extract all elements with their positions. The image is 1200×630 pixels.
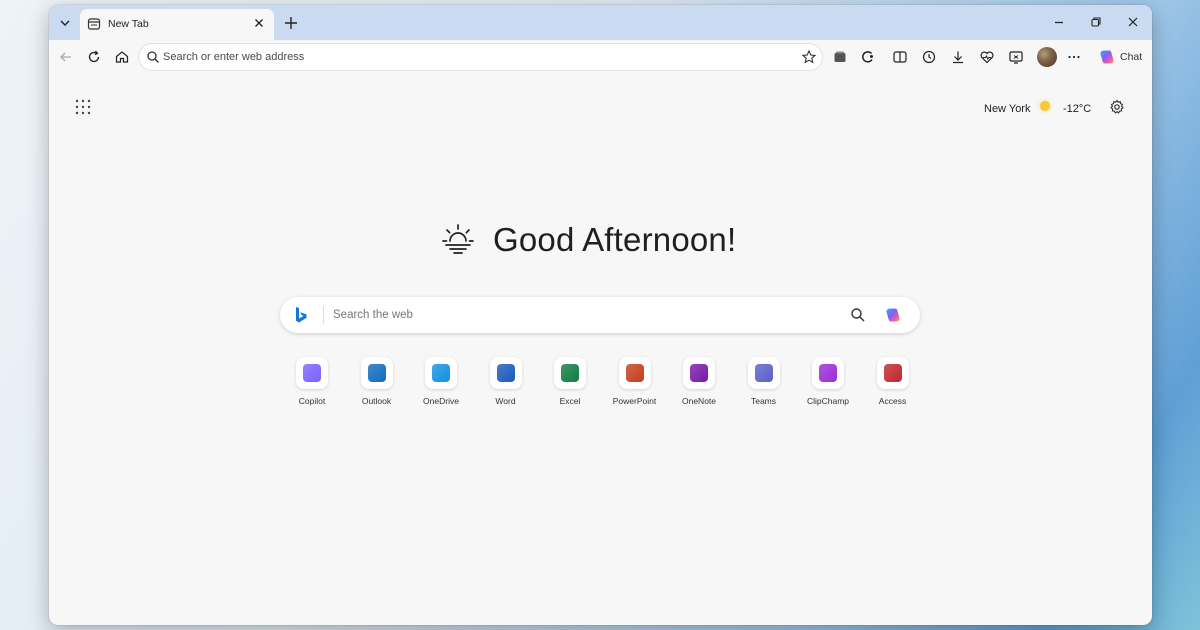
sunny-weather-icon [1040, 101, 1050, 111]
app-label: OneDrive [423, 396, 459, 406]
weather-temperature[interactable]: -12°C [1063, 103, 1091, 115]
copilot-chat-button[interactable]: Chat [1093, 44, 1147, 70]
new-tab-plus-icon[interactable] [282, 14, 300, 32]
split-screen-icon[interactable] [891, 48, 909, 66]
app-label: OneNote [681, 396, 717, 406]
app-outlook[interactable]: Outlook [345, 357, 409, 417]
bing-logo-icon [296, 307, 307, 323]
sunrise-icon [442, 224, 474, 254]
settings-gear-icon[interactable] [1109, 99, 1125, 115]
tab-title: New Tab [108, 18, 149, 30]
app-tile [683, 357, 715, 389]
history-icon[interactable] [920, 48, 938, 66]
word-icon [496, 364, 515, 382]
close-tab-icon[interactable] [252, 16, 266, 30]
tab-list-chevron-icon[interactable] [55, 13, 75, 33]
app-teams[interactable]: Teams [732, 357, 796, 417]
outlook-icon [367, 364, 386, 382]
app-tile [747, 357, 780, 389]
powerpoint-icon [625, 364, 644, 382]
app-label: Word [495, 396, 516, 406]
search-icon [147, 51, 159, 63]
app-tile [360, 357, 393, 389]
app-copilot[interactable]: Copilot [280, 357, 344, 417]
teams-icon [754, 364, 773, 382]
address-input[interactable] [163, 44, 783, 70]
tab-bar: New Tab [49, 5, 1152, 40]
extensions-icon[interactable] [859, 48, 877, 66]
chat-label: Chat [1120, 51, 1143, 63]
browser-essentials-heart-icon[interactable] [978, 48, 996, 66]
close-window-icon[interactable] [1123, 12, 1143, 32]
tab-new-tab[interactable]: New Tab [80, 9, 274, 40]
onenote-icon [690, 364, 708, 382]
app-tile [296, 357, 328, 389]
access-icon [883, 364, 902, 382]
new-tab-page-icon [87, 18, 101, 30]
downloads-icon[interactable] [949, 48, 967, 66]
address-bar[interactable] [139, 44, 822, 70]
copilot-icon [303, 364, 321, 382]
screenshot-icon[interactable] [1007, 48, 1025, 66]
app-word[interactable]: Word [474, 357, 538, 417]
app-label: Outlook [361, 396, 392, 406]
app-label: Access [878, 396, 907, 406]
web-search-box[interactable] [280, 297, 920, 333]
refresh-icon[interactable] [85, 48, 103, 66]
copilot-icon [1100, 50, 1114, 64]
minimize-icon[interactable] [1049, 12, 1069, 32]
home-icon[interactable] [113, 48, 131, 66]
app-tile [554, 357, 586, 389]
app-launcher-grid-icon[interactable] [75, 99, 91, 115]
app-shortcuts: Copilot Outlook OneDrive Word Excel Powe… [280, 357, 920, 417]
app-clipchamp[interactable]: ClipChamp [796, 357, 860, 417]
new-tab-page: New York -12°C Good Afternoon! Search th… [49, 75, 1152, 625]
app-label: Copilot [298, 396, 326, 406]
web-search-input[interactable] [333, 297, 833, 333]
app-label: Teams [750, 396, 777, 406]
app-tile [489, 357, 522, 389]
profile-avatar[interactable] [1037, 47, 1057, 67]
collections-icon[interactable] [831, 48, 849, 66]
app-powerpoint[interactable]: PowerPoint [603, 357, 667, 417]
browser-window: New Tab Search or enter web address Chat… [49, 5, 1152, 625]
navigation-toolbar: Chat [49, 40, 1152, 75]
app-excel[interactable]: Excel [538, 357, 602, 417]
excel-icon [561, 364, 579, 382]
app-tile [425, 357, 457, 389]
favorite-star-icon[interactable] [801, 49, 817, 65]
more-options-icon[interactable] [1065, 48, 1083, 66]
greeting-heading: Good Afternoon! [493, 221, 737, 258]
app-access[interactable]: Access [861, 357, 925, 417]
app-onenote[interactable]: OneNote [667, 357, 731, 417]
copilot-icon[interactable] [884, 306, 902, 324]
weather-city[interactable]: New York [984, 103, 1030, 115]
search-separator [323, 306, 324, 324]
app-tile [876, 357, 909, 389]
app-onedrive[interactable]: OneDrive [409, 357, 473, 417]
search-icon[interactable] [850, 307, 866, 323]
app-label: ClipChamp [806, 396, 850, 406]
app-tile [812, 357, 844, 389]
app-label: Excel [559, 396, 581, 406]
restore-icon[interactable] [1086, 12, 1106, 32]
app-label: PowerPoint [612, 396, 657, 406]
app-tile [618, 357, 651, 389]
clipchamp-icon [819, 364, 837, 382]
back-arrow-icon[interactable] [57, 48, 75, 66]
onedrive-icon [432, 364, 450, 382]
